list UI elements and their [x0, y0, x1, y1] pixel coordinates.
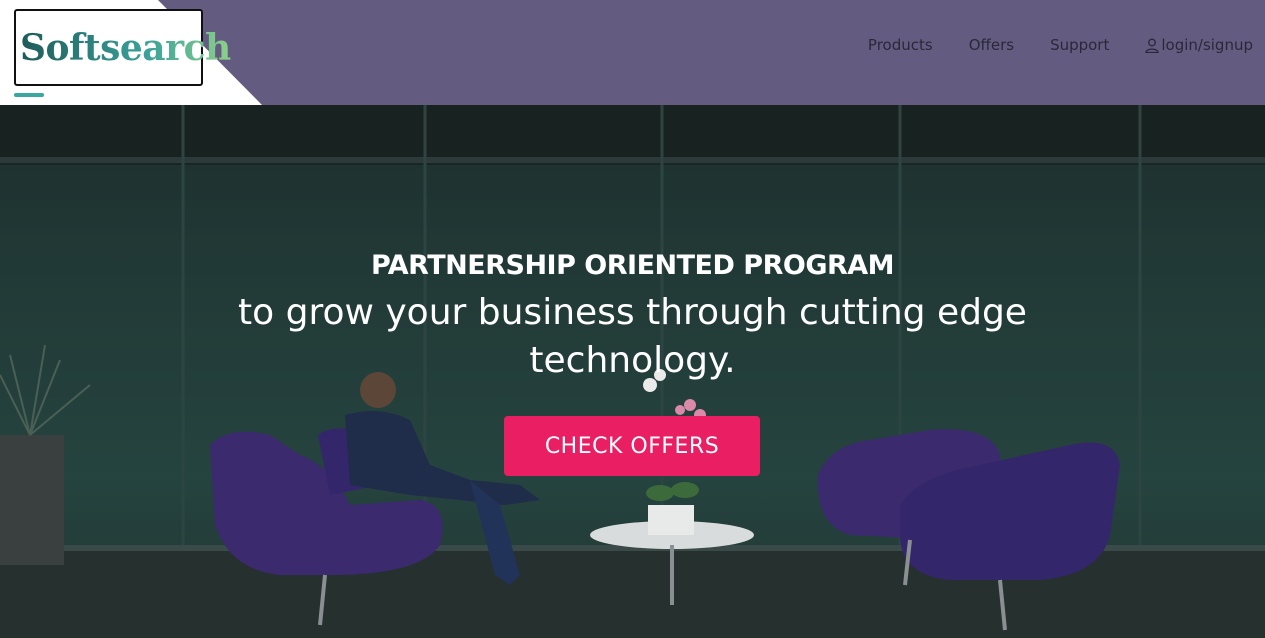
brand-logo[interactable]: Softsearch	[14, 9, 231, 86]
hero-text: PARTNERSHIP ORIENTED PROGRAM to grow you…	[0, 250, 1265, 385]
nav-item-login-label: login/signup	[1161, 36, 1253, 54]
site-header: Softsearch Products Offers Support login…	[0, 0, 1265, 105]
nav-item-login[interactable]: login/signup	[1145, 36, 1253, 54]
nav-item-offers[interactable]: Offers	[969, 36, 1014, 54]
hero-kicker: PARTNERSHIP ORIENTED PROGRAM	[370, 250, 895, 281]
brand-logo-text: Softsearch	[20, 26, 231, 69]
nav-item-support[interactable]: Support	[1050, 36, 1109, 54]
hero-title: to grow your business through cutting ed…	[238, 292, 1027, 381]
user-icon	[1145, 38, 1160, 53]
nav-item-products[interactable]: Products	[868, 36, 933, 54]
logo-underline	[14, 93, 44, 97]
check-offers-button[interactable]: CHECK OFFERS	[504, 416, 760, 476]
hero-section: PARTNERSHIP ORIENTED PROGRAM to grow you…	[0, 105, 1265, 638]
main-nav: Products Offers Support login/signup	[868, 36, 1253, 54]
